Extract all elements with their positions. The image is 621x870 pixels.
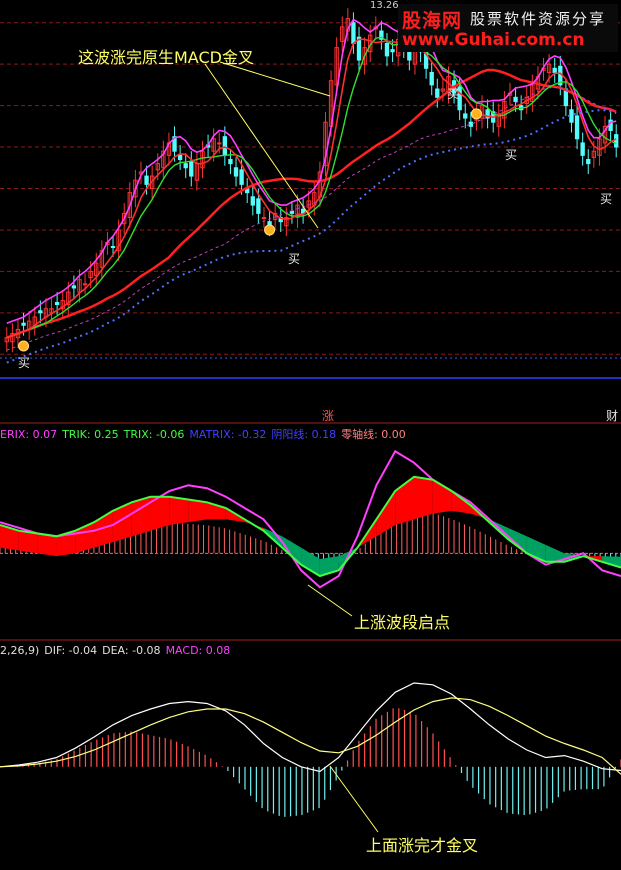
arrow-top-1	[204, 63, 319, 229]
candle-body	[390, 49, 395, 53]
annotation-middle: 上涨波段启点	[354, 613, 451, 632]
candle-body	[580, 142, 585, 156]
price-high-label: 13.26	[370, 0, 399, 11]
indicator1-legend-item: TRIX: -0.06	[123, 428, 185, 441]
arrow-middle	[307, 584, 353, 617]
candle-body	[217, 142, 222, 145]
indicator1-legend-item: 阴阳线: 0.18	[271, 428, 337, 441]
candle-body	[82, 283, 88, 286]
indicator1-ribbon-segment	[150, 496, 170, 531]
indicator1-ribbon-segment	[37, 533, 57, 557]
indicator1-ribbon-segment	[169, 496, 189, 525]
buy-marker-dot	[470, 108, 482, 120]
macd-dea-line	[0, 697, 621, 775]
watermark-logo: 股海网	[402, 10, 463, 32]
candle-body	[189, 161, 194, 177]
candle-body	[289, 210, 295, 214]
ma-dotted-line	[6, 109, 617, 364]
indicator1-legend-item: ERIX: 0.07	[0, 428, 58, 441]
candle-body	[177, 154, 183, 160]
candle-body	[261, 217, 267, 220]
moving-averages	[6, 18, 617, 364]
candle-body	[110, 246, 116, 249]
candle-body	[21, 322, 26, 326]
indicator1-legend: ERIX: 0.07 TRIK: 0.25 TRIX: -0.06 MATRIX: -…	[0, 426, 411, 442]
indicator2-legend-item: DEA: -0.08	[102, 644, 161, 657]
indicator2-legend-item: 2,26,9)	[0, 644, 40, 657]
candle-body	[228, 158, 233, 165]
candle-body	[513, 96, 518, 102]
candle-body	[144, 175, 149, 185]
candle-body	[614, 134, 619, 148]
candle-body	[239, 169, 244, 185]
indicator2-legend-item: MACD: 0.08	[165, 644, 231, 657]
watermark-subtitle: 股票软件资源分享	[470, 10, 607, 28]
buy-label-2: 买	[288, 252, 301, 266]
candle-body	[468, 121, 474, 127]
macd-dif-line	[0, 682, 621, 773]
candle-body	[183, 163, 188, 169]
candle-body	[429, 71, 434, 86]
indicator1-ribbon-segment	[414, 476, 433, 520]
annotation-bottom: 上面涨完才金叉	[366, 836, 479, 855]
indicator2-legend: 2,26,9) DIF: -0.04 DEA: -0.08 MACD: 0.08	[0, 644, 235, 657]
buy-marker-dot	[264, 224, 276, 236]
ma-mid-line	[6, 36, 617, 339]
indicator1-legend-item: 零轴线: 0.00	[341, 428, 406, 441]
candle-body	[256, 198, 261, 214]
watermark-url: www.Guhai.com.cn	[402, 30, 585, 50]
candle-body	[552, 67, 557, 73]
stock-chart-screen: 股海网 股票软件资源分享 www.Guhai.com.cn 13.26 这波涨完…	[0, 0, 621, 870]
buy-label-4: 买	[505, 148, 518, 162]
indicator1-legend-item: TRIK: 0.25	[62, 428, 119, 441]
candle-body	[435, 88, 440, 98]
separator-label-center: 涨	[322, 409, 335, 423]
indicator1-panel	[0, 449, 621, 589]
candle-body	[463, 113, 468, 119]
indicator1-legend-item: MATRIX: -0.32	[189, 428, 267, 441]
indicator2-legend-item: DIF: -0.04	[44, 644, 98, 657]
buy-marker-dot	[18, 340, 30, 352]
candle-body	[54, 301, 60, 306]
indicator2-panel	[0, 682, 621, 817]
indicator1-ribbon-segment	[131, 496, 151, 537]
buy-label-1: 买	[18, 356, 31, 370]
candle-body	[71, 285, 77, 289]
candle-body	[574, 115, 580, 140]
arrow-bottom	[329, 765, 379, 833]
buy-label-5: 买	[600, 192, 613, 206]
candle-body	[250, 196, 255, 206]
candle-body	[233, 167, 239, 177]
candle-body	[38, 310, 43, 314]
candle-body	[222, 136, 228, 156]
candle-body	[351, 22, 356, 44]
indicator1-ribbon-segment	[188, 499, 207, 523]
candle-body	[384, 42, 390, 57]
candle-body	[586, 158, 591, 165]
annotation-top: 这波涨完原生MACD金叉	[78, 48, 254, 67]
buy-label-3: 买	[447, 87, 460, 101]
ma-long-line	[6, 68, 617, 339]
candle-body	[569, 109, 574, 123]
separator-label-right: 财	[606, 409, 619, 423]
